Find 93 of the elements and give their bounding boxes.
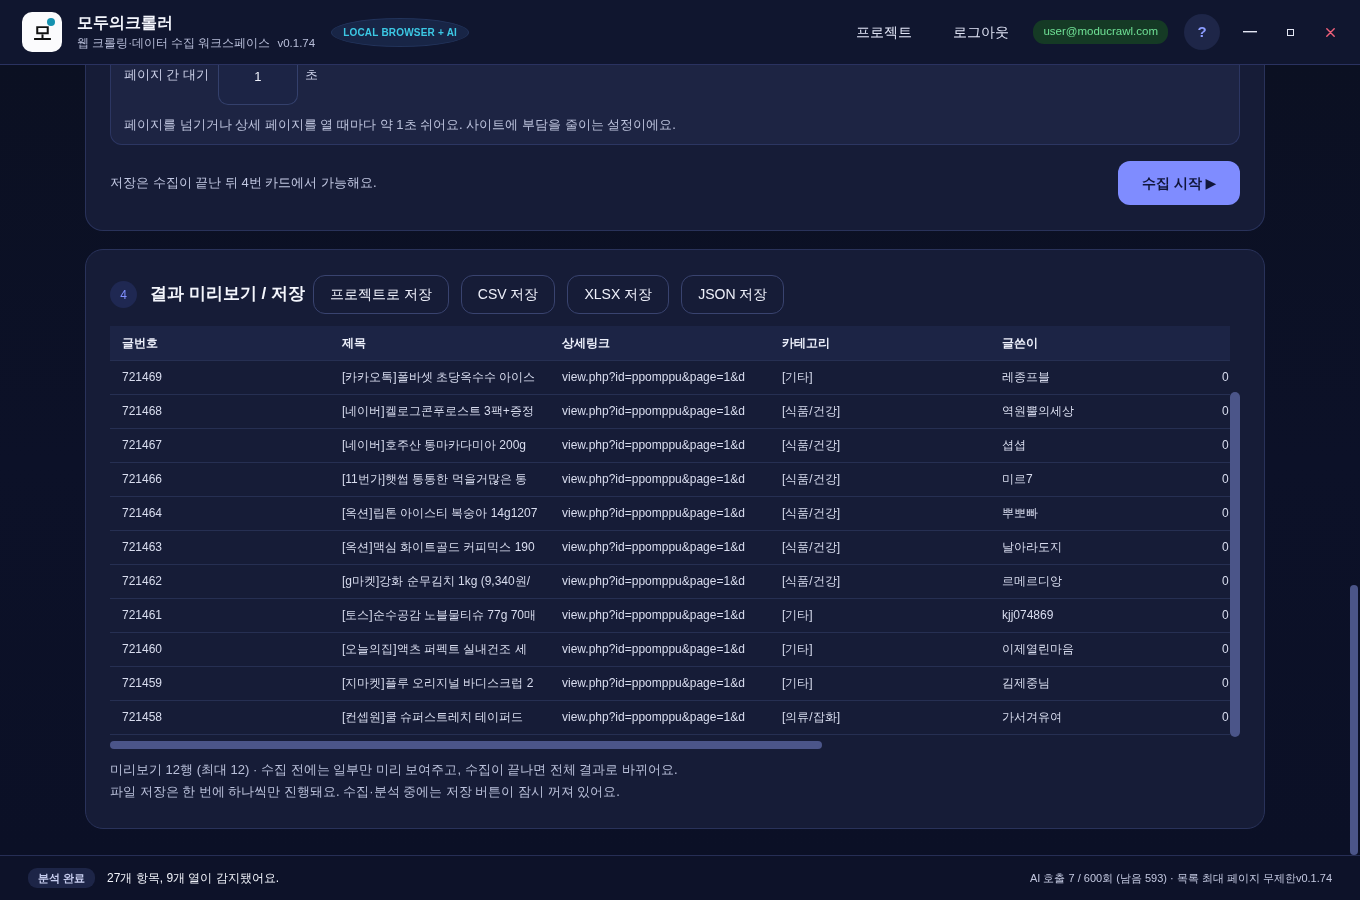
table-cell: view.php?id=ppomppu&page=1&d <box>550 632 770 666</box>
table-cell: [식품/건강] <box>770 428 990 462</box>
minimize-icon <box>1243 31 1257 33</box>
table-cell: view.php?id=ppomppu&page=1&d <box>550 700 770 734</box>
table-cell: [지마켓]플루 오리지널 바디스크럽 2 <box>330 666 550 700</box>
table-cell: view.php?id=ppomppu&page=1&d <box>550 666 770 700</box>
dot-icon <box>47 18 55 26</box>
save-button[interactable]: 프로젝트로 저장 <box>312 275 449 314</box>
table-cell: [네이버]켈로그콘푸로스트 3팩+증정 <box>330 394 550 428</box>
status-info: AI 호출 7 / 600회 (남음 593) · 목록 최대 페이지 무제한v0.1.74 <box>1030 870 1332 886</box>
status-message: 27개 항목, 9개 열이 감지됐어요. <box>107 870 280 887</box>
unit-label: 초 <box>304 67 318 84</box>
table-cell: 721458 <box>110 700 330 734</box>
note-text: 미리보기 12행 (최대 12) · 수집 전에는 일부만 미리 보여주고, 수집이 끝나면 전체 결과로 바뀌어요. <box>110 761 679 779</box>
table-cell: [카카오톡]폴바셋 초당옥수수 아이스 <box>330 360 550 394</box>
table-cell: 셥셥 <box>990 428 1210 462</box>
table-cell: 721461 <box>110 598 330 632</box>
table-cell: 뿌뽀빠 <box>990 496 1210 530</box>
table-cell: [컨셉원]쿨 슈퍼스트레치 테이퍼드 <box>330 700 550 734</box>
table-cell: 721459 <box>110 666 330 700</box>
table-cell: 가서겨유여 <box>990 700 1210 734</box>
table-cell: 미르7 <box>990 462 1210 496</box>
hint-text: 페이지를 넘기거나 상세 페이지를 열 때마다 약 1초 쉬어요. 사이트에 부담을 줄이는 설정이에요. <box>124 116 677 134</box>
table-cell: 김제중님 <box>990 666 1210 700</box>
table-cell: view.php?id=ppomppu&page=1&d <box>550 564 770 598</box>
column-header: 글번호 <box>110 326 330 360</box>
table-cell: 721462 <box>110 564 330 598</box>
table-cell: [기타] <box>770 598 990 632</box>
close-icon <box>1325 27 1335 37</box>
table-cell: 721467 <box>110 428 330 462</box>
table-cell: [기타] <box>770 632 990 666</box>
wait-input-field[interactable]: 1 <box>217 65 298 105</box>
table-cell: [오늘의집]액츠 퍼펙트 실내건조 세 <box>330 632 550 666</box>
table-cell: [토스]순수공감 노블물티슈 77g 70매 <box>330 598 550 632</box>
step-number: 4 <box>110 281 137 308</box>
column-header: 글쓴이 <box>990 326 1210 360</box>
save-button[interactable]: CSV 저장 <box>460 275 556 314</box>
column-header: 카테고리 <box>770 326 990 360</box>
status-badge: 분석 완료 <box>28 867 96 889</box>
table-cell: 721460 <box>110 632 330 666</box>
table-cell: [기타] <box>770 666 990 700</box>
column-header: 제목 <box>330 326 550 360</box>
table-cell: [식품/건강] <box>770 462 990 496</box>
page-scrollbar[interactable] <box>1350 585 1358 855</box>
horizontal-scrollbar[interactable] <box>110 741 822 749</box>
section-title: 결과 미리보기 / 저장 <box>150 284 305 305</box>
table-cell: 721464 <box>110 496 330 530</box>
table-cell: 721468 <box>110 394 330 428</box>
table-cell: [11번가]햇썹 통통한 먹을거많은 통 <box>330 462 550 496</box>
vertical-scrollbar[interactable] <box>1230 392 1240 737</box>
table-cell: [g마켓]강화 순무김치 1kg (9,340원/ <box>330 564 550 598</box>
logo-letter: 모 <box>32 22 52 42</box>
table-cell: view.php?id=ppomppu&page=1&d <box>550 496 770 530</box>
table-cell: view.php?id=ppomppu&page=1&d <box>550 462 770 496</box>
table-cell: view.php?id=ppomppu&page=1&d <box>550 530 770 564</box>
table-cell: 721466 <box>110 462 330 496</box>
table-cell: view.php?id=ppomppu&page=1&d <box>550 360 770 394</box>
table-cell: [옥션]맥심 화이트골드 커피믹스 190 <box>330 530 550 564</box>
table-cell: view.php?id=ppomppu&page=1&d <box>550 428 770 462</box>
table-cell: [식품/건강] <box>770 530 990 564</box>
table-cell: [식품/건강] <box>770 496 990 530</box>
save-button[interactable]: JSON 저장 <box>681 275 785 314</box>
table-cell: [식품/건강] <box>770 564 990 598</box>
table-cell: 날아라도지 <box>990 530 1210 564</box>
table-cell: 721469 <box>110 360 330 394</box>
field-label: 페이지 간 대기 <box>124 67 209 84</box>
table-cell: [식품/건강] <box>770 394 990 428</box>
app-title: 모두의크롤러 <box>77 13 174 33</box>
table-cell: [기타] <box>770 360 990 394</box>
maximize-icon <box>1286 28 1294 36</box>
column-header: 상세링크 <box>550 326 770 360</box>
table-cell: 르메르디앙 <box>990 564 1210 598</box>
nav-link[interactable]: 프로젝트 <box>856 21 913 43</box>
table-cell: 역원뿔의세상 <box>990 394 1210 428</box>
table-cell: kjj074869 <box>990 598 1210 632</box>
table-cell: 이제열린마음 <box>990 632 1210 666</box>
table-cell: view.php?id=ppomppu&page=1&d <box>550 598 770 632</box>
version-text: v0.1.74 <box>277 36 316 51</box>
table-cell: 레종프블 <box>990 360 1210 394</box>
nav-link[interactable]: 로그아웃 <box>953 21 1010 43</box>
save-button[interactable]: XLSX 저장 <box>567 275 670 314</box>
table-cell: [옥션]립톤 아이스티 복숭아 14g1207 <box>330 496 550 530</box>
table-cell: [의류/잡화] <box>770 700 990 734</box>
app-subtitle: 웹 크롤링·데이터 수집 워크스페이스 <box>77 36 271 51</box>
user-email: user@moducrawl.com <box>1033 20 1168 44</box>
table-cell: [네이버]호주산 통마카다미아 200g <box>330 428 550 462</box>
save-note: 저장은 수집이 끝난 뒤 4번 카드에서 가능해요. <box>110 174 377 193</box>
mode-badge: LOCAL BROWSER + AI <box>331 17 470 47</box>
start-button[interactable]: 수집 시작 ▶ <box>1118 161 1240 205</box>
note-text: 파일 저장은 한 번에 하나씩만 진행돼요. 수집·분석 중에는 저장 버튼이 잠시 꺼져 있어요. <box>110 783 621 801</box>
table-cell: view.php?id=ppomppu&page=1&d <box>550 394 770 428</box>
help-button[interactable]: ? <box>1184 14 1220 50</box>
table-cell: 721463 <box>110 530 330 564</box>
